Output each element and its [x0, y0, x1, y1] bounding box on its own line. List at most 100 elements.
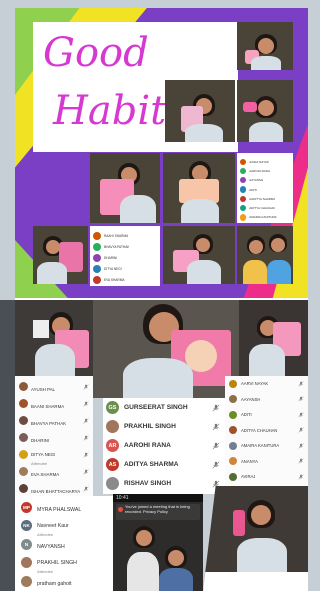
list-item[interactable]: PRAKHIL SINGH — [103, 417, 225, 436]
list-item[interactable]: AAYANSH — [225, 392, 308, 407]
list-item[interactable]: ADITYA CHAUHAN — [237, 204, 293, 213]
mic-muted-icon[interactable] — [212, 423, 220, 431]
list-item[interactable]: DITYA NEGI Attendee — [15, 446, 93, 466]
list-item[interactable]: AYUSH PAL — [15, 378, 93, 395]
participant-name: AARVI NAYAK — [241, 381, 269, 386]
participant-name: DITYA NEGI — [31, 452, 56, 457]
mic-muted-icon[interactable] — [298, 380, 304, 387]
mic-muted-icon[interactable] — [83, 383, 89, 390]
list-item[interactable]: BHAVYA PATHAK — [15, 412, 93, 429]
list-item[interactable]: ADITI — [237, 185, 293, 194]
participant-name: AASHI NAYAK — [249, 159, 269, 164]
mic-muted-icon[interactable] — [212, 404, 220, 412]
participant-name: PRAKHIL SINGH — [124, 423, 176, 430]
list-item[interactable]: AAYANSH — [237, 176, 293, 185]
participant-list-center: GS GURSEERAT SINGH PRAKHIL SINGH AR AAROHI R… — [103, 398, 225, 494]
participant-name: BHAVYA PATHAK — [31, 420, 67, 426]
video-tile — [90, 153, 160, 223]
avatar — [106, 477, 119, 490]
list-item[interactable]: PRAKHIL SINGH Attendee — [15, 554, 127, 574]
video-tile — [163, 153, 235, 223]
list-item[interactable]: ISHAN BHATTACHARYA — [15, 480, 93, 496]
list-item[interactable]: AADITYA SHARMA — [237, 194, 293, 203]
list-item[interactable]: AVIRAJ — [225, 469, 308, 484]
list-item[interactable]: AAROHI RANA — [237, 166, 293, 175]
avatar — [240, 158, 247, 165]
avatar — [240, 195, 247, 202]
avatar — [19, 416, 28, 425]
list-item[interactable]: NK Navneet Kaur Attendee — [15, 517, 127, 537]
list-item[interactable]: AR AAROHI RANA — [103, 436, 225, 455]
mic-muted-icon[interactable] — [83, 434, 89, 441]
avatar — [240, 177, 247, 184]
participant-name: RAAHI SHARMA — [104, 233, 129, 238]
mic-muted-icon[interactable] — [83, 400, 89, 407]
list-item[interactable]: AMAIRA KANITURA — [225, 438, 308, 453]
mic-muted-icon[interactable] — [298, 473, 304, 480]
avatar: NK — [21, 520, 32, 531]
mic-muted-icon[interactable] — [212, 442, 220, 450]
list-item[interactable]: AARVI NAYAK — [225, 376, 308, 391]
list-item[interactable]: RISHAV SINGH — [103, 474, 225, 493]
participant-name: ADITYA SHARMA — [124, 461, 179, 468]
recording-text[interactable]: You've joined a meeting that is being re… — [125, 504, 200, 520]
list-item[interactable]: AS ADITYA SHARMA — [103, 455, 225, 474]
participant-name: AAYANSH — [241, 396, 261, 402]
list-item[interactable]: ANANYA — [225, 454, 308, 469]
list-item[interactable]: RAAHI SHARMA — [90, 230, 160, 241]
participant-name: MYRA PHALSWAL — [37, 507, 82, 513]
list-item[interactable]: GS GURSEERAT SINGH — [103, 398, 225, 417]
avatar — [19, 433, 28, 442]
avatar — [240, 186, 247, 193]
participant-name: AAYANSH — [249, 178, 264, 183]
participant-name: DHARINI — [31, 437, 50, 443]
status-bar: 10:41 — [113, 494, 203, 502]
avatar: MP — [21, 501, 32, 513]
mic-muted-icon[interactable] — [298, 396, 304, 402]
video-tile — [165, 80, 235, 142]
list-item[interactable]: EVA SHARMA — [15, 463, 93, 480]
mic-muted-icon[interactable] — [83, 485, 89, 492]
mic-muted-icon[interactable] — [298, 442, 304, 449]
paper-sheet — [33, 320, 49, 338]
mic-muted-icon[interactable] — [298, 427, 304, 433]
participant-name: ISHAN BHATTACHARYA — [31, 488, 81, 494]
mini-participant-list: RAAHI SHARMA BHAVYA PATHAK DHARINI DITYA NE… — [90, 226, 160, 286]
participant-name: BHAVYA PATHAK — [104, 244, 130, 249]
avatar — [229, 410, 237, 419]
recording-banner: You've joined a meeting that is being re… — [116, 504, 200, 520]
list-item[interactable]: AASHI NAYAK — [237, 157, 293, 166]
participant-name: ADITI — [241, 412, 252, 417]
mic-muted-icon[interactable] — [83, 451, 89, 458]
participant-name: DITYA NEGI — [104, 266, 122, 271]
avatar — [93, 231, 101, 240]
list-item[interactable]: EVA SHARMA — [90, 274, 160, 285]
participant-name: AVIRAJ — [241, 474, 256, 479]
list-item[interactable]: BHAVYA PATHAK — [90, 241, 160, 252]
video-tile-main — [93, 300, 239, 398]
participant-name: pratham gahoit — [37, 581, 72, 587]
list-item[interactable]: ADITYA CHAUHAN — [225, 423, 308, 438]
video-tile — [33, 226, 88, 284]
list-item[interactable]: BAANI SHARMA — [15, 395, 93, 412]
avatar — [21, 557, 32, 568]
list-item[interactable]: ADITI — [225, 407, 308, 422]
video-tile — [239, 300, 308, 376]
list-item[interactable]: DHARINI — [90, 252, 160, 263]
mic-muted-icon[interactable] — [298, 411, 304, 418]
mic-muted-icon[interactable] — [212, 461, 220, 469]
mic-muted-icon[interactable] — [298, 458, 304, 464]
participant-name: NAVYANSH — [37, 544, 65, 550]
mic-muted-icon[interactable] — [83, 468, 89, 475]
list-item[interactable]: DITYA NEGI — [90, 263, 160, 274]
list-item[interactable]: MP MYRA PHALSWAL — [15, 498, 127, 516]
avatar — [240, 205, 247, 212]
avatar — [229, 426, 237, 434]
avatar — [93, 253, 101, 262]
avatar — [229, 472, 237, 481]
avatar — [240, 214, 247, 221]
list-item[interactable]: AMAIRA KANITURA — [237, 213, 293, 222]
avatar — [229, 441, 237, 450]
mic-muted-icon[interactable] — [83, 417, 89, 424]
list-item[interactable]: pratham gahoit — [15, 572, 127, 590]
